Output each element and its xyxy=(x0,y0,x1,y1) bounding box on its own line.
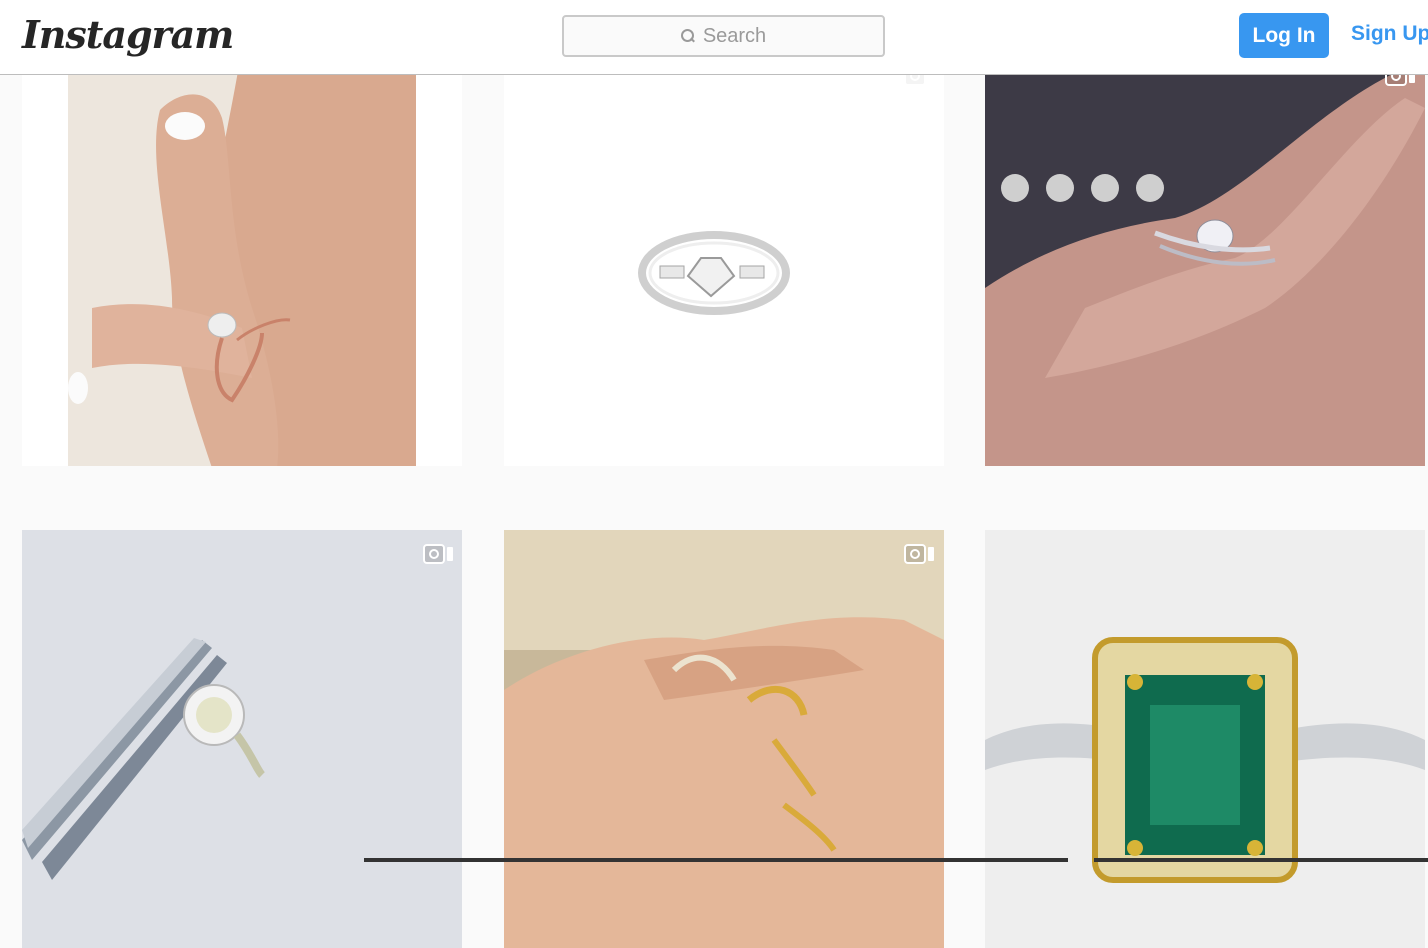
post-image-ring-in-tweezers xyxy=(22,530,462,948)
instagram-logo[interactable]: Instagram xyxy=(22,12,234,57)
post-image-diamond-ring-on-hand xyxy=(985,48,1425,466)
post-image-stacked-bands-on-hand xyxy=(504,530,944,948)
video-indicator-icon xyxy=(423,544,453,564)
signup-link[interactable]: Sign Up xyxy=(1351,22,1428,46)
search-icon xyxy=(680,29,695,43)
search-placeholder: Search xyxy=(702,24,767,47)
post-tile-3[interactable] xyxy=(985,48,1425,466)
page-scroll-indicator-end xyxy=(1094,858,1428,862)
post-tile-2[interactable] xyxy=(504,48,944,466)
page-scroll-indicator[interactable] xyxy=(364,858,1068,862)
login-button[interactable]: Log In xyxy=(1239,13,1329,58)
post-tile-6[interactable] xyxy=(985,530,1425,948)
video-indicator-icon xyxy=(904,544,934,564)
post-tile-1[interactable] xyxy=(22,48,462,466)
post-tile-4[interactable] xyxy=(22,530,462,948)
post-image-emerald-ring xyxy=(985,530,1425,948)
posts-grid xyxy=(0,0,1428,948)
post-image-ring-on-hand-rose-gold xyxy=(68,48,416,466)
top-navigation-bar: Instagram Search Log In Sign Up xyxy=(0,0,1428,75)
post-image-white-gold-ring xyxy=(504,48,944,466)
search-input[interactable]: Search xyxy=(562,15,885,57)
post-tile-5[interactable] xyxy=(504,530,944,948)
